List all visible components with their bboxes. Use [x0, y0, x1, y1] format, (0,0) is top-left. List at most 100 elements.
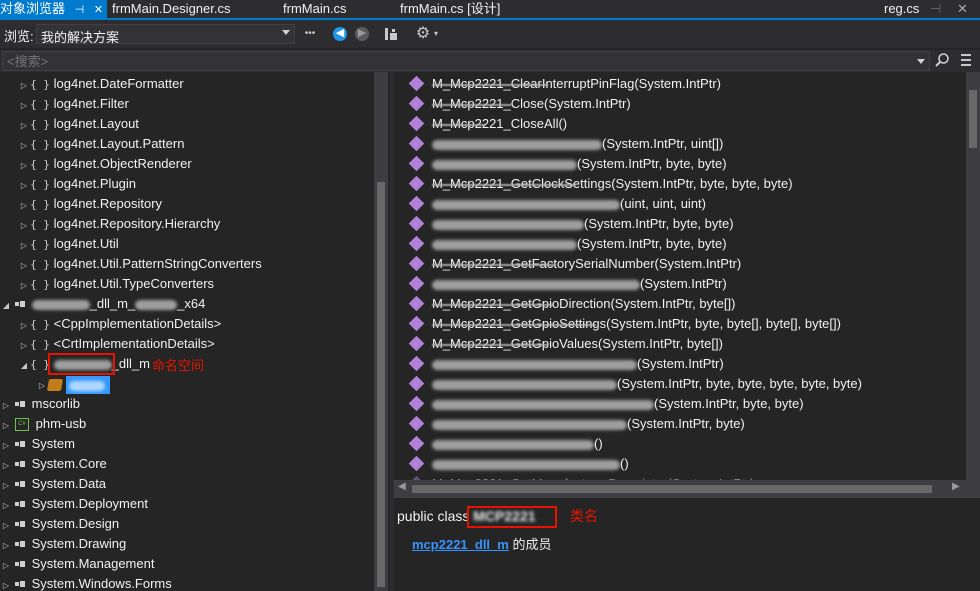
collapse-icon[interactable]: ◢ — [18, 356, 30, 376]
expand-icon[interactable]: ▷ — [36, 376, 48, 396]
tree-item-assembly[interactable]: ▷ System.Management — [0, 554, 155, 576]
member-item[interactable]: M_Mcp2221_GetGpioSettings(System.IntPtr,… — [408, 314, 841, 334]
member-item[interactable]: (System.IntPtr, byte) — [408, 414, 745, 434]
pin-icon[interactable]: ⊣ — [930, 0, 941, 18]
expand-icon[interactable]: ▷ — [18, 156, 30, 176]
expand-icon[interactable]: ▷ — [18, 216, 30, 236]
gear-icon[interactable]: ⚙ — [415, 26, 431, 42]
expand-icon[interactable]: ▷ — [0, 396, 12, 416]
namespace-link[interactable]: mcp2221_dll_m — [412, 537, 509, 552]
expand-icon[interactable]: ▷ — [0, 516, 12, 536]
tree-item-assembly[interactable]: ▷ System — [0, 434, 75, 454]
tree-item[interactable]: ▷{ } <CrtImplementationDetails> — [18, 334, 215, 354]
member-item[interactable]: () — [408, 454, 629, 474]
member-item[interactable]: (uint, uint, uint) — [408, 194, 706, 214]
tree-item[interactable]: ▷{ } log4net.Util.PatternStringConverter… — [18, 254, 262, 274]
close-icon[interactable]: ✕ — [957, 0, 968, 18]
close-icon[interactable]: ✕ — [94, 1, 103, 19]
member-item[interactable]: M_Mcp2221_GetClockSettings(System.IntPtr… — [408, 174, 793, 194]
tree-scrollbar[interactable] — [374, 72, 388, 591]
expand-icon[interactable]: ▷ — [18, 196, 30, 216]
tab-reg-cs[interactable]: reg.cs — [884, 0, 919, 18]
tree-item[interactable]: ▷{ } log4net.Repository — [18, 194, 162, 214]
expand-icon[interactable]: ▷ — [0, 476, 12, 496]
member-item[interactable]: (System.IntPtr, byte, byte, byte, byte, … — [408, 374, 862, 394]
tree-item[interactable]: ▷{ } <CppImplementationDetails> — [18, 314, 221, 334]
more-options-button[interactable]: ••• — [302, 26, 318, 42]
expand-icon[interactable]: ▷ — [0, 416, 12, 436]
scroll-left-icon[interactable]: ◀ — [398, 481, 406, 492]
tree-item[interactable]: ▷{ } log4net.DateFormatter — [18, 74, 184, 94]
selected-class[interactable] — [66, 375, 110, 394]
chevron-down-icon[interactable] — [917, 59, 925, 64]
expand-icon[interactable]: ▷ — [18, 176, 30, 196]
member-item[interactable]: M_Mcp2221_ClearInterruptPinFlag(System.I… — [408, 74, 721, 94]
tree-item-assembly[interactable]: ▷ System.Data — [0, 474, 106, 494]
expand-icon[interactable]: ▷ — [0, 456, 12, 476]
member-item[interactable]: (System.IntPtr, byte, byte) — [408, 394, 804, 414]
members-horizontal-scrollbar[interactable]: ◀ ▶ — [394, 480, 966, 498]
tree-item-assembly[interactable]: ▷ System.Drawing — [0, 534, 126, 554]
expand-icon[interactable]: ▷ — [0, 576, 12, 591]
tree-item[interactable]: ▷{ } log4net.Util.TypeConverters — [18, 274, 214, 294]
member-item[interactable]: (System.IntPtr, byte, byte) — [408, 214, 734, 234]
tree-item[interactable]: ▷{ } log4net.Filter — [18, 94, 129, 114]
tree-item-assembly[interactable]: ▷ System.Deployment — [0, 494, 148, 514]
expand-icon[interactable]: ▷ — [18, 256, 30, 276]
tree-item[interactable]: ▷{ } log4net.Layout — [18, 114, 139, 134]
tree-item-assembly[interactable]: ▷ System.Design — [0, 514, 119, 534]
tree-item[interactable]: ▷{ } log4net.Repository.Hierarchy — [18, 214, 220, 234]
tree-item[interactable]: ▷{ } log4net.Plugin — [18, 174, 136, 194]
members-scrollbar[interactable] — [966, 72, 980, 498]
forward-button[interactable]: ▶ — [355, 27, 369, 41]
member-item[interactable]: M_Mcp2221_CloseAll() — [408, 114, 567, 134]
expand-icon[interactable]: ▷ — [18, 76, 30, 96]
member-item[interactable]: (System.IntPtr) — [408, 274, 727, 294]
tree-item-project[interactable]: ▷ C# phm-usb — [0, 414, 86, 434]
expand-icon[interactable]: ▷ — [18, 116, 30, 136]
tree-item[interactable]: ▷{ } log4net.Layout.Pattern — [18, 134, 185, 156]
scroll-right-icon[interactable]: ▶ — [952, 481, 960, 492]
member-item[interactable]: () — [408, 434, 603, 454]
tree-item-assembly[interactable]: ▷ mscorlib — [0, 394, 80, 414]
settings-icon[interactable] — [958, 51, 974, 72]
member-item[interactable]: M_Mcp2221_GetFactorySerialNumber(System.… — [408, 254, 741, 274]
pin-icon[interactable]: ⊣ — [75, 1, 85, 19]
tab-object-browser[interactable]: 对象浏览器 ⊣ ✕ — [0, 0, 108, 19]
tree-item-assembly[interactable]: ▷ System.Windows.Forms — [0, 574, 172, 591]
expand-icon[interactable]: ▷ — [18, 136, 30, 156]
add-reference-icon[interactable] — [383, 26, 399, 42]
member-item[interactable]: M_Mcp2221_Close(System.IntPtr) — [408, 94, 631, 114]
expand-icon[interactable]: ▷ — [0, 556, 12, 576]
chevron-down-icon[interactable]: ▾ — [431, 26, 441, 42]
tree-item-assembly[interactable]: ◢ _dll_m_ _x64 — [0, 294, 205, 314]
tree-item-assembly[interactable]: ▷ System.Core — [0, 454, 107, 474]
tab-frmmain-cs[interactable]: frmMain.cs — [283, 0, 347, 18]
expand-icon[interactable]: ▷ — [18, 96, 30, 116]
scrollbar-thumb[interactable] — [969, 90, 977, 148]
member-item[interactable]: (System.IntPtr, uint[]) — [408, 134, 723, 154]
tree-item[interactable]: ▷{ } log4net.Util — [18, 234, 119, 254]
search-icon[interactable] — [934, 52, 950, 71]
tab-frmmain-designer[interactable]: frmMain.Designer.cs — [112, 0, 230, 18]
expand-icon[interactable]: ▷ — [0, 496, 12, 516]
scrollbar-thumb[interactable] — [412, 485, 932, 493]
expand-icon[interactable]: ▷ — [0, 436, 12, 456]
expand-icon[interactable]: ▷ — [18, 316, 30, 336]
expand-icon[interactable]: ▷ — [0, 536, 12, 556]
collapse-icon[interactable]: ◢ — [0, 296, 12, 316]
browse-scope-dropdown[interactable]: 我的解决方案 — [36, 24, 295, 45]
expand-icon[interactable]: ▷ — [18, 276, 30, 296]
scrollbar-thumb[interactable] — [377, 182, 385, 587]
member-item[interactable]: M_Mcp2221_GetGpioValues(System.IntPtr, b… — [408, 334, 723, 354]
search-box[interactable] — [2, 51, 930, 71]
member-item[interactable]: (System.IntPtr) — [408, 354, 724, 374]
search-input[interactable] — [3, 52, 907, 70]
member-item[interactable]: M_Mcp2221_GetGpioDirection(System.IntPtr… — [408, 294, 735, 314]
expand-icon[interactable]: ▷ — [18, 236, 30, 256]
back-button[interactable]: ◀ — [333, 27, 347, 41]
member-item[interactable]: (System.IntPtr, byte, byte) — [408, 234, 727, 254]
expand-icon[interactable]: ▷ — [18, 336, 30, 356]
tree-item-class[interactable]: ▷ — [36, 374, 110, 394]
tab-frmmain-design[interactable]: frmMain.cs [设计] — [400, 0, 500, 18]
